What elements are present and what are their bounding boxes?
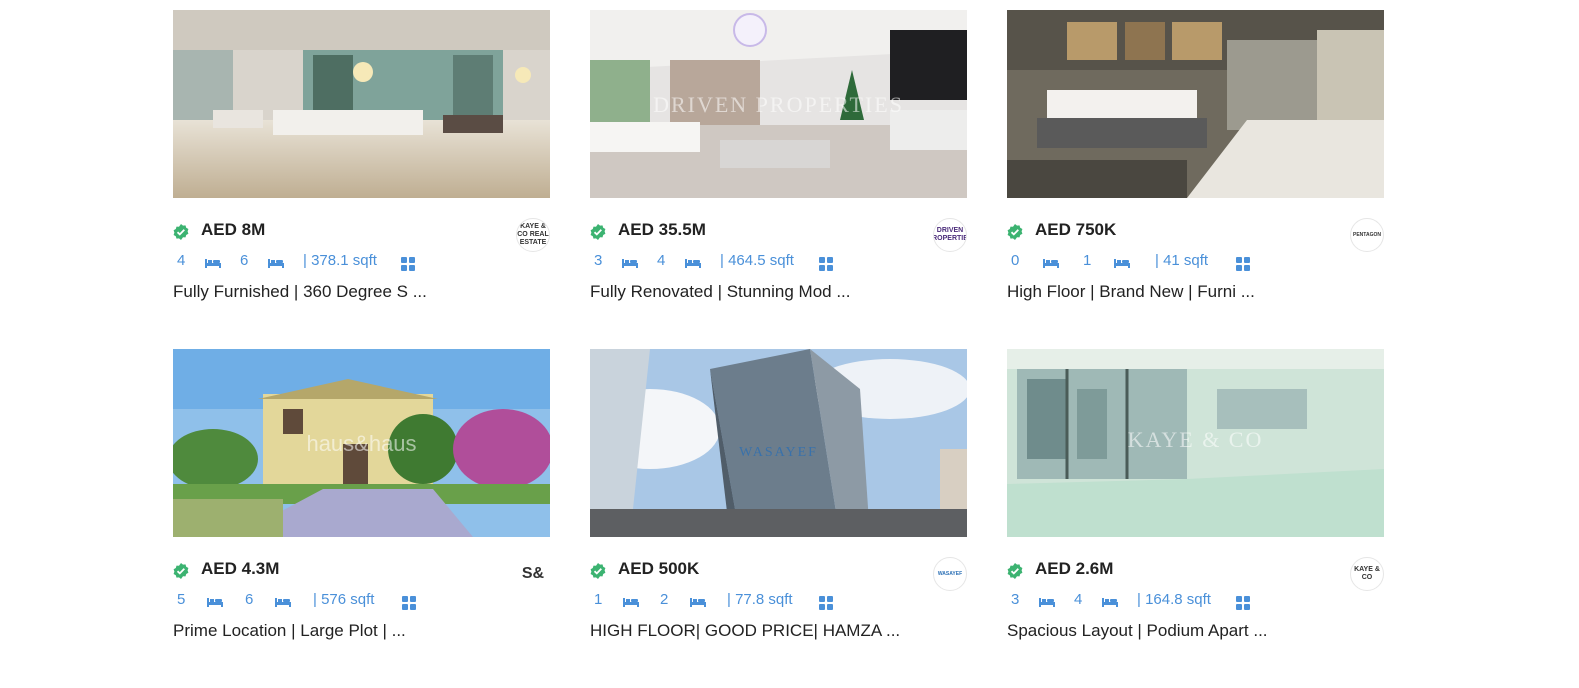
photo-watermark: WASAYEF bbox=[739, 445, 818, 460]
bedrooms-count: 3 bbox=[1011, 591, 1020, 608]
agency-logo-text: KAYE & CO REAL ESTATE bbox=[517, 223, 549, 246]
bathrooms-count: 4 bbox=[1074, 591, 1083, 608]
listings-grid: AED 8M KAYE & CO REAL ESTATE 4 6 | 378.1… bbox=[173, 10, 1384, 688]
gallery-grid-icon[interactable] bbox=[401, 257, 415, 271]
bedrooms-count: 1 bbox=[594, 591, 603, 608]
agency-logo[interactable]: S& bbox=[516, 557, 550, 591]
area-size: | 378.1 sqft bbox=[303, 252, 377, 269]
listing-photo[interactable]: WASAYEF bbox=[590, 349, 967, 537]
listing-price: AED 750K bbox=[1035, 220, 1117, 239]
gallery-grid-icon[interactable] bbox=[819, 596, 833, 610]
listing-photo[interactable] bbox=[173, 10, 550, 198]
listing-card[interactable]: KAYE & CO AED 2.6M KAYE & CO 3 4 | 164.8… bbox=[1007, 349, 1384, 688]
agency-logo[interactable]: KAYE & CO REAL ESTATE bbox=[516, 218, 550, 252]
price-row: AED 8M KAYE & CO REAL ESTATE bbox=[173, 218, 550, 252]
price-row: AED 750K PENTAGON bbox=[1007, 218, 1384, 252]
listing-title[interactable]: Fully Renovated | Stunning Mod ... bbox=[590, 282, 851, 302]
verified-check-icon bbox=[173, 224, 189, 240]
bedrooms-count: 0 bbox=[1011, 252, 1020, 269]
agency-logo[interactable]: PENTAGON bbox=[1350, 218, 1384, 252]
bed-icon bbox=[1043, 259, 1059, 268]
bathrooms-count: 1 bbox=[1083, 252, 1092, 269]
listing-card[interactable]: AED 750K PENTAGON 0 1 | 41 sqft High Flo… bbox=[1007, 10, 1384, 349]
listing-title[interactable]: Spacious Layout | Podium Apart ... bbox=[1007, 621, 1268, 641]
gallery-grid-icon[interactable] bbox=[402, 596, 416, 610]
agency-logo-text: WASAYEF bbox=[937, 571, 963, 577]
listing-price: AED 8M bbox=[201, 220, 266, 239]
listing-price: AED 35.5M bbox=[618, 220, 706, 239]
listing-price: AED 500K bbox=[618, 559, 700, 578]
listing-title[interactable]: Prime Location | Large Plot | ... bbox=[173, 621, 406, 641]
bathrooms-count: 6 bbox=[240, 252, 249, 269]
verified-check-icon bbox=[173, 563, 189, 579]
bath-icon bbox=[685, 259, 701, 268]
bed-icon bbox=[205, 259, 221, 268]
bed-icon bbox=[207, 598, 223, 607]
bathrooms-count: 2 bbox=[660, 591, 669, 608]
bedrooms-count: 4 bbox=[177, 252, 186, 269]
bedrooms-count: 3 bbox=[594, 252, 603, 269]
agency-logo-text: S& bbox=[521, 565, 545, 582]
verified-check-icon bbox=[590, 563, 606, 579]
agency-logo[interactable]: KAYE & CO bbox=[1350, 557, 1384, 591]
bathrooms-count: 4 bbox=[657, 252, 666, 269]
bed-icon bbox=[1039, 598, 1055, 607]
verified-check-icon bbox=[590, 224, 606, 240]
listing-title[interactable]: HIGH FLOOR| GOOD PRICE| HAMZA ... bbox=[590, 621, 900, 641]
listing-title[interactable]: High Floor | Brand New | Furni ... bbox=[1007, 282, 1255, 302]
area-size: | 164.8 sqft bbox=[1137, 591, 1211, 608]
price-row: AED 35.5M DRIVEN PROPERTIES bbox=[590, 218, 967, 252]
gallery-grid-icon[interactable] bbox=[1236, 596, 1250, 610]
verified-check-icon bbox=[1007, 224, 1023, 240]
price-row: AED 4.3M S& bbox=[173, 557, 550, 591]
photo-watermark: haus&haus bbox=[306, 431, 417, 456]
listing-price: AED 2.6M bbox=[1035, 559, 1114, 578]
bath-icon bbox=[268, 259, 284, 268]
agency-logo[interactable]: WASAYEF bbox=[933, 557, 967, 591]
price-row: AED 2.6M KAYE & CO bbox=[1007, 557, 1384, 591]
listing-photo[interactable] bbox=[1007, 10, 1384, 198]
listing-card[interactable]: WASAYEF AED 500K WASAYEF 1 2 | 77.8 sqft… bbox=[590, 349, 967, 688]
listing-title[interactable]: Fully Furnished | 360 Degree S ... bbox=[173, 282, 427, 302]
area-size: | 576 sqft bbox=[313, 591, 375, 608]
listing-card[interactable]: AED 8M KAYE & CO REAL ESTATE 4 6 | 378.1… bbox=[173, 10, 550, 349]
verified-check-icon bbox=[1007, 563, 1023, 579]
bath-icon bbox=[1114, 259, 1130, 268]
photo-watermark: KAYE & CO bbox=[1127, 427, 1264, 452]
agency-logo[interactable]: DRIVEN PROPERTIES bbox=[933, 218, 967, 252]
listing-photo[interactable]: haus&haus bbox=[173, 349, 550, 537]
agency-logo-text: DRIVEN PROPERTIES bbox=[934, 227, 966, 242]
bed-icon bbox=[623, 598, 639, 607]
gallery-grid-icon[interactable] bbox=[819, 257, 833, 271]
agency-logo-text: PENTAGON bbox=[1353, 232, 1381, 238]
area-size: | 77.8 sqft bbox=[727, 591, 793, 608]
bedrooms-count: 5 bbox=[177, 591, 186, 608]
listing-photo[interactable]: KAYE & CO bbox=[1007, 349, 1384, 537]
bath-icon bbox=[275, 598, 291, 607]
photo-watermark: DRIVEN PROPERTIES bbox=[653, 92, 904, 117]
bath-icon bbox=[690, 598, 706, 607]
listing-card[interactable]: DRIVEN PROPERTIES AED 35.5M DRIVEN PROPE… bbox=[590, 10, 967, 349]
gallery-grid-icon[interactable] bbox=[1236, 257, 1250, 271]
area-size: | 464.5 sqft bbox=[720, 252, 794, 269]
agency-logo-text: KAYE & CO bbox=[1354, 566, 1380, 581]
bed-icon bbox=[622, 259, 638, 268]
listing-price: AED 4.3M bbox=[201, 559, 280, 578]
price-row: AED 500K WASAYEF bbox=[590, 557, 967, 591]
listing-photo[interactable]: DRIVEN PROPERTIES bbox=[590, 10, 967, 198]
bathrooms-count: 6 bbox=[245, 591, 254, 608]
listing-card[interactable]: haus&haus AED 4.3M S& 5 6 | 576 sqft Pri… bbox=[173, 349, 550, 688]
bath-icon bbox=[1102, 598, 1118, 607]
area-size: | 41 sqft bbox=[1155, 252, 1209, 269]
